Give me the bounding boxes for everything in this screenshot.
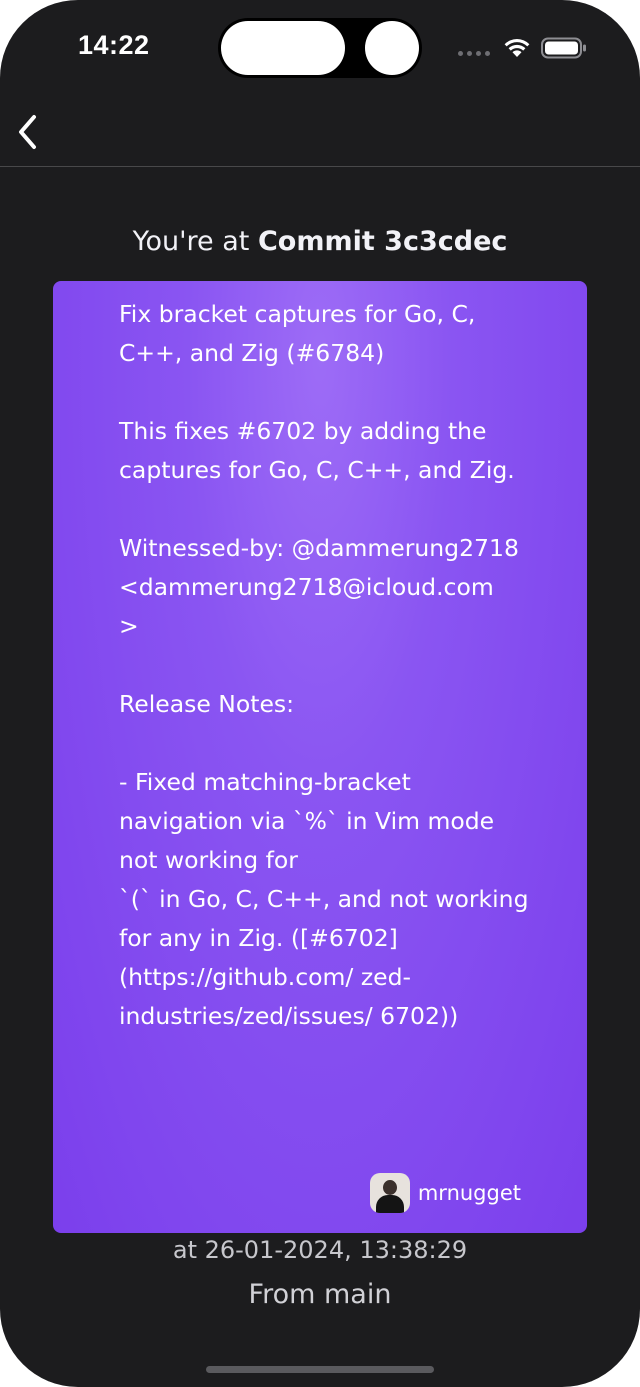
author-name: mrnugget <box>417 1181 521 1205</box>
phone-screen: 14:22 You're at Commit 3c3cdec Fix brack… <box>0 0 640 1387</box>
commit-date: at 26-01-2024, 13:38:29 <box>172 1236 468 1264</box>
status-bar: 14:22 <box>0 0 640 96</box>
dynamic-island-dot <box>365 21 419 75</box>
cellular-signal-icon <box>458 51 490 56</box>
commit-card: Fix bracket captures for Go, C, C++, and… <box>53 281 587 1233</box>
navigation-bar <box>0 96 640 167</box>
commit-id: Commit 3c3cdec <box>257 226 508 257</box>
commit-branch: From main <box>248 1279 392 1310</box>
avatar <box>369 1173 410 1213</box>
back-button[interactable] <box>8 110 48 154</box>
wifi-icon <box>504 39 530 57</box>
home-indicator[interactable] <box>206 1366 434 1373</box>
commit-heading: You're at Commit 3c3cdec <box>0 226 640 257</box>
status-time: 14:22 <box>78 30 150 60</box>
commit-author[interactable]: mrnugget <box>369 1173 521 1213</box>
chevron-left-icon <box>19 115 36 149</box>
heading-prefix: You're at <box>132 226 258 257</box>
dynamic-island-pill <box>221 21 345 75</box>
commit-message: Fix bracket captures for Go, C, C++, and… <box>119 300 529 1030</box>
battery-icon <box>541 37 586 59</box>
